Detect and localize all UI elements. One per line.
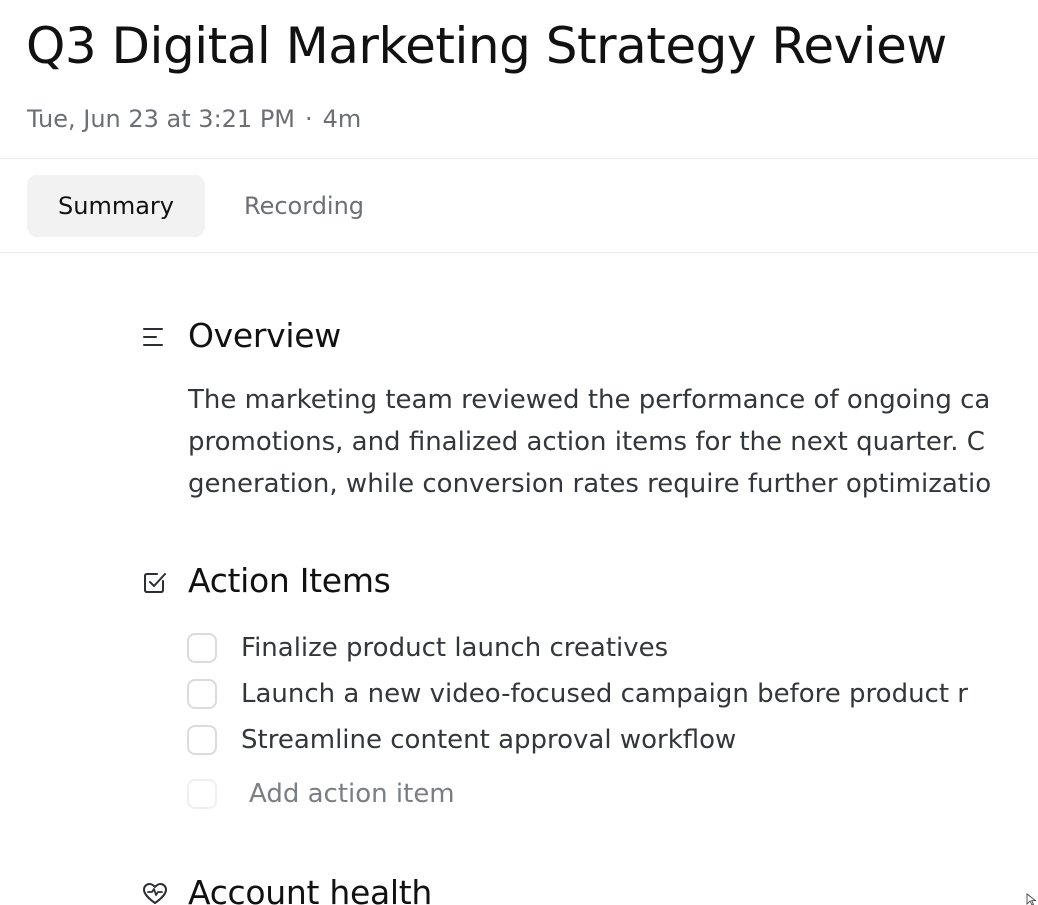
page-title: Q3 Digital Marketing Strategy Review	[26, 17, 947, 75]
action-item-label[interactable]: Finalize product launch creatives	[241, 628, 668, 668]
account-health-heading: Account health	[188, 873, 432, 905]
header-divider	[0, 158, 1038, 159]
overview-heading: Overview	[188, 316, 341, 355]
overview-text-line: generation, while conversion rates requi…	[188, 469, 992, 499]
action-item-label[interactable]: Streamline content approval workflow	[241, 720, 736, 760]
action-item-checkbox[interactable]	[187, 679, 217, 709]
overview-text-line: The marketing team reviewed the performa…	[188, 385, 991, 415]
tab-recording[interactable]: Recording	[244, 175, 364, 237]
action-items-heading: Action Items	[188, 561, 391, 600]
heart-pulse-icon	[143, 883, 167, 904]
action-item-checkbox[interactable]	[187, 725, 217, 755]
action-item-checkbox[interactable]	[187, 633, 217, 663]
checkbox-check-icon	[144, 573, 166, 593]
tab-summary[interactable]: Summary	[27, 175, 205, 237]
overview-text-line: promotions, and finalized action items f…	[188, 427, 985, 457]
list-icon	[143, 328, 163, 346]
meeting-date: Tue, Jun 23 at 3:21 PM	[27, 105, 295, 133]
add-action-item-input[interactable]: Add action item	[249, 774, 455, 814]
action-item-label[interactable]: Launch a new video-focused campaign befo…	[241, 674, 968, 714]
meeting-meta: Tue, Jun 23 at 3:21 PM · 4m	[27, 102, 361, 136]
mouse-cursor-icon	[1026, 893, 1037, 905]
meeting-duration: 4m	[322, 105, 362, 133]
add-item-checkbox	[187, 779, 217, 809]
meta-separator: ·	[305, 105, 313, 133]
tabs-divider	[0, 252, 1038, 253]
meeting-summary-page: Q3 Digital Marketing Strategy Review Tue…	[0, 0, 1038, 905]
